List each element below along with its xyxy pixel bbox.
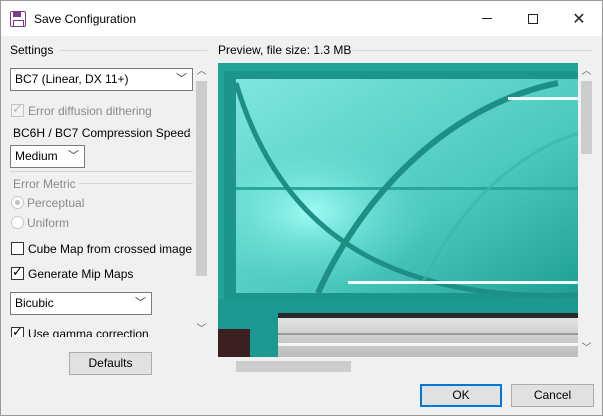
generate-mip-maps-label: Generate Mip Maps xyxy=(28,267,134,281)
format-select-value: BC7 (Linear, DX 11+) xyxy=(15,72,129,86)
settings-divider xyxy=(59,50,207,51)
window-title: Save Configuration xyxy=(34,12,137,26)
scroll-up-icon[interactable]: ︿ xyxy=(578,63,595,80)
error-metric-divider xyxy=(79,183,193,184)
preview-divider xyxy=(353,50,593,51)
texture-preview-image xyxy=(218,63,578,357)
format-select[interactable]: BC7 (Linear, DX 11+) ﹀ xyxy=(10,68,193,91)
preview-label: Preview, file size: 1.3 MB xyxy=(218,43,352,57)
gamma-correction-checkbox[interactable] xyxy=(11,325,24,337)
settings-scrollbar-thumb[interactable] xyxy=(196,81,207,276)
minimize-button[interactable] xyxy=(464,1,510,36)
chevron-down-icon: ﹀ xyxy=(176,73,187,85)
save-configuration-dialog: Save Configuration ✕ Settings BC7 (Linea… xyxy=(0,0,603,416)
texture-preview[interactable] xyxy=(218,63,578,357)
generate-mip-maps-checkbox[interactable] xyxy=(11,265,24,280)
preview-vertical-thumb[interactable] xyxy=(581,81,592,154)
compression-speed-label: BC6H / BC7 Compression Speed xyxy=(13,126,191,140)
close-button[interactable]: ✕ xyxy=(556,1,602,36)
preview-vertical-scrollbar[interactable]: ︿ ﹀ xyxy=(578,63,595,357)
scroll-up-icon[interactable]: ︿ xyxy=(193,63,210,80)
error-diffusion-dithering-label: Error diffusion dithering xyxy=(28,104,152,118)
floppy-disk-icon xyxy=(10,11,26,27)
error-metric-label: Error Metric xyxy=(13,177,76,191)
cancel-button[interactable]: Cancel xyxy=(511,384,594,407)
gamma-correction-label: Use gamma correction xyxy=(28,327,149,337)
settings-scrollbar[interactable]: ︿ ﹀ xyxy=(193,63,210,338)
ok-button[interactable]: OK xyxy=(420,384,502,407)
mip-filter-select[interactable]: Bicubic ﹀ xyxy=(10,292,152,315)
section-divider xyxy=(10,171,193,172)
uniform-label: Uniform xyxy=(27,216,70,230)
title-bar[interactable]: Save Configuration ✕ xyxy=(1,1,602,36)
cube-map-label: Cube Map from crossed image xyxy=(28,242,193,256)
defaults-button[interactable]: Defaults xyxy=(69,352,152,375)
uniform-radio[interactable] xyxy=(11,216,24,229)
cube-map-checkbox[interactable] xyxy=(11,242,24,255)
chevron-down-icon: ﹀ xyxy=(68,150,79,162)
maximize-icon xyxy=(528,13,538,24)
maximize-button[interactable] xyxy=(510,1,556,36)
chevron-down-icon: ﹀ xyxy=(135,297,146,309)
mip-filter-value: Bicubic xyxy=(15,296,54,310)
compression-speed-select[interactable]: Medium ﹀ xyxy=(10,145,85,168)
preview-horizontal-scrollbar[interactable] xyxy=(218,358,578,375)
scroll-down-icon[interactable]: ﹀ xyxy=(193,321,210,338)
settings-group-label: Settings xyxy=(10,43,54,57)
close-icon: ✕ xyxy=(572,8,586,28)
preview-horizontal-thumb[interactable] xyxy=(236,361,351,372)
error-diffusion-dithering-checkbox[interactable] xyxy=(11,102,24,117)
perceptual-radio[interactable] xyxy=(11,196,24,209)
minimize-icon xyxy=(482,18,492,19)
scroll-down-icon[interactable]: ﹀ xyxy=(578,340,595,357)
gamma-row-clip: Use gamma correction xyxy=(10,322,195,337)
compression-speed-value: Medium xyxy=(15,149,58,163)
perceptual-label: Perceptual xyxy=(27,196,85,210)
